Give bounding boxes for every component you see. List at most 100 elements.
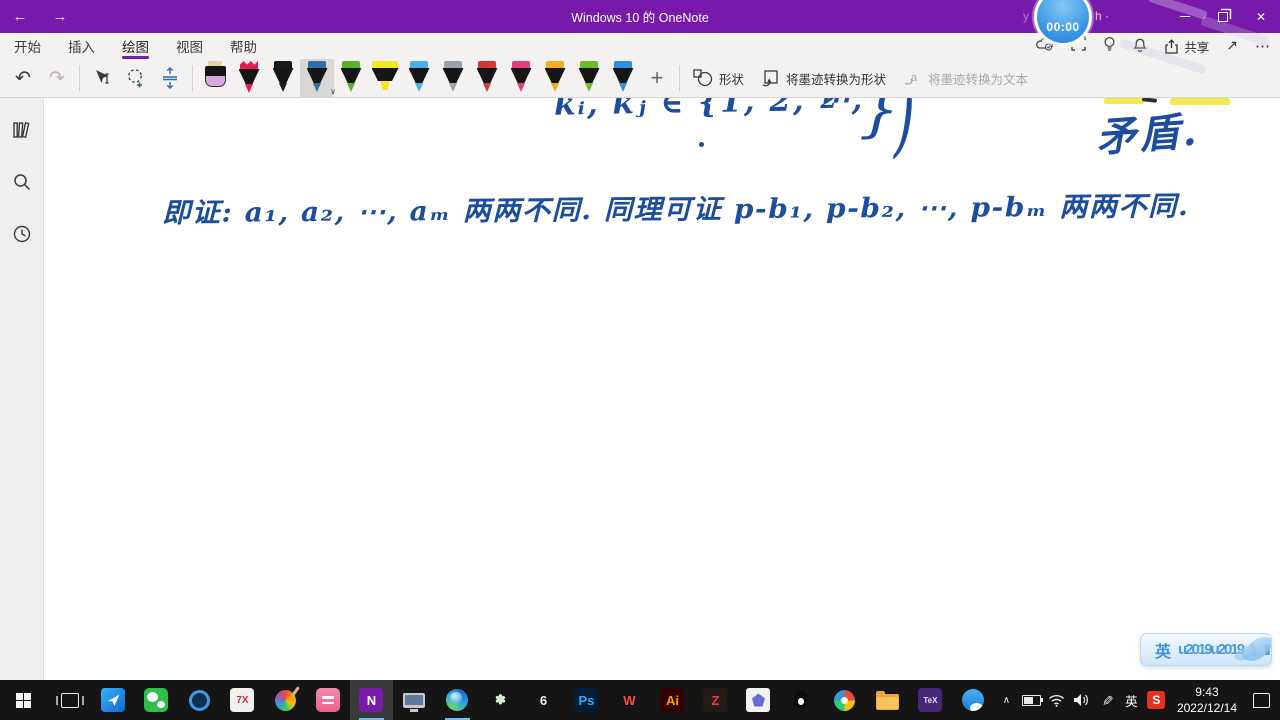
ime-skin-icon[interactable] <box>1263 644 1271 655</box>
timer-value: 00:00 <box>1046 20 1080 34</box>
wechat-icon <box>144 688 169 712</box>
eraser[interactable] <box>198 59 232 97</box>
taskbar-app-app-paint-palette[interactable] <box>264 680 307 720</box>
taskbar-app-photoshop[interactable]: Ps <box>565 680 608 720</box>
forward-arrow-button[interactable] <box>40 0 80 33</box>
app-z-icon: Z <box>703 688 728 712</box>
redo-button[interactable] <box>40 61 74 95</box>
notification-icon <box>1252 692 1270 708</box>
pen-skyblue[interactable] <box>402 59 436 97</box>
pen-amber[interactable] <box>538 59 572 97</box>
taskbar-app-app-z[interactable]: Z <box>694 680 737 720</box>
taskbar-app-app-pink[interactable] <box>307 680 350 720</box>
pen-green[interactable] <box>334 59 368 97</box>
windows-ink-pen-icon[interactable] <box>1095 680 1118 720</box>
taskbar-app-qq[interactable] <box>780 680 823 720</box>
shapes-button[interactable]: 形状 <box>685 69 752 88</box>
watermark-fragment: h · <box>1095 9 1110 23</box>
taskbar-app-app-dart[interactable] <box>92 680 135 720</box>
action-center-button[interactable] <box>1246 692 1276 708</box>
wifi-icon[interactable] <box>1045 680 1068 720</box>
notebooks-icon[interactable] <box>8 116 36 144</box>
taskbar-app-file-explorer[interactable] <box>866 680 909 720</box>
app-dart-icon <box>101 688 126 712</box>
tab-view[interactable]: 视图 <box>176 33 203 59</box>
pen-pink[interactable] <box>504 59 538 97</box>
app-aperture-browser-icon <box>188 689 210 711</box>
task-view-button[interactable] <box>48 680 92 720</box>
taskbar-app-wechat[interactable] <box>135 680 178 720</box>
ink-line2-proof-statement: 即证: a₁, a₂, ⋯, aₘ 两两不同. 同理可证 p-b₁, p-b₂,… <box>162 191 1190 229</box>
pen-lime[interactable] <box>572 59 606 97</box>
windows-logo-icon <box>16 692 32 708</box>
more-options-icon[interactable] <box>1255 37 1270 56</box>
draw-with-mouse-icon[interactable] <box>1226 37 1238 55</box>
taskbar-app-qq-browser[interactable] <box>952 680 995 720</box>
tab-home[interactable]: 开始 <box>14 33 41 59</box>
page-canvas[interactable]: kᵢ, kⱼ ∈ {1, 2, ⋯, 2 } ) 矛盾. 即证: a₁, a₂,… <box>44 98 1280 681</box>
battery-icon[interactable] <box>1020 680 1044 720</box>
hidden-icons-chevron[interactable] <box>995 680 1018 720</box>
minimize-button[interactable] <box>1166 0 1204 33</box>
app-flower-icon: ✽ <box>494 692 506 707</box>
tab-draw[interactable]: 绘图 <box>122 33 149 59</box>
select-tool-button[interactable] <box>85 61 119 95</box>
microsoft-edge-icon <box>446 689 469 711</box>
ime-status-bar[interactable]: 英 <box>1140 633 1272 666</box>
pen-red[interactable] <box>470 59 504 97</box>
convert-ink-to-shape-button[interactable]: 将墨迹转换为形状 <box>752 69 894 88</box>
ime-moon-icon[interactable] <box>1248 643 1258 656</box>
close-button[interactable] <box>1242 0 1280 33</box>
back-arrow-button[interactable] <box>0 0 40 33</box>
volume-icon[interactable] <box>1070 680 1093 720</box>
taskbar-app-app-7x[interactable]: 7X <box>221 680 264 720</box>
ime-mode-label[interactable]: 英 <box>1155 638 1171 662</box>
left-sidebar <box>0 98 44 681</box>
undo-button[interactable] <box>6 61 40 95</box>
add-pen-button[interactable] <box>640 61 674 95</box>
taskbar-app-app-flower[interactable]: ✽ <box>479 680 522 720</box>
language-indicator[interactable]: 英 <box>1120 680 1143 720</box>
recent-notes-icon[interactable] <box>8 220 36 248</box>
share-button[interactable]: 共享 <box>1164 37 1209 56</box>
pen-blue[interactable] <box>300 59 336 97</box>
start-button[interactable] <box>0 680 48 720</box>
pen-azure[interactable] <box>606 59 640 97</box>
maximize-button[interactable] <box>1204 0 1242 33</box>
feedback-bell-icon[interactable] <box>1133 36 1148 57</box>
taskbar-app-wps-office[interactable]: W <box>608 680 651 720</box>
taskbar-app-app-monitor[interactable] <box>393 680 436 720</box>
taskbar-app-app-aperture-browser[interactable] <box>178 680 221 720</box>
illustrator-icon: Ai <box>660 688 685 712</box>
taskbar-app-tex-editor[interactable]: TeX <box>909 680 952 720</box>
lightbulb-icon[interactable] <box>1103 36 1116 57</box>
taskbar-app-microsoft-edge[interactable] <box>436 680 479 720</box>
highlighter-yellow[interactable] <box>368 59 402 97</box>
shapes-label: 形状 <box>719 72 745 87</box>
taskbar-app-onenote[interactable]: N <box>349 680 393 720</box>
pencil-crimson[interactable] <box>232 59 266 97</box>
taskbar-app-app-pinwheel[interactable] <box>823 680 866 720</box>
tab-help[interactable]: 帮助 <box>230 33 257 59</box>
divider <box>79 65 80 91</box>
taskbar: 7X N ✽ 6 Ps W Ai Z TeX 英 S 9:43 2022/12/14 <box>0 680 1280 720</box>
search-icon[interactable] <box>8 168 36 196</box>
pen-black[interactable] <box>266 59 300 97</box>
sogou-ime-icon[interactable]: S <box>1145 680 1168 720</box>
tab-insert[interactable]: 插入 <box>68 33 95 59</box>
taskbar-app-geogebra[interactable] <box>737 680 780 720</box>
taskbar-clock[interactable]: 9:43 2022/12/14 <box>1170 684 1244 716</box>
onenote-icon: N <box>359 688 384 712</box>
taskbar-app-illustrator[interactable]: Ai <box>651 680 694 720</box>
ribbon: 开始 插入 绘图 视图 帮助 共享 ↗ ⋯ ↶ ↷ ∨ + 形状 将墨迹转换为形… <box>0 33 1280 98</box>
app-pink-icon <box>316 688 341 712</box>
convert-ink-to-shape-label: 将墨迹转换为形状 <box>786 72 887 87</box>
ime-punctuation-icon[interactable] <box>1178 641 1243 659</box>
insert-space-button[interactable] <box>153 61 187 95</box>
share-label: 共享 <box>1184 40 1210 55</box>
pen-silver[interactable] <box>436 59 470 97</box>
divider <box>679 65 680 91</box>
lasso-select-button[interactable] <box>119 61 153 95</box>
taskbar-app-sketchpad-6[interactable]: 6 <box>522 680 565 720</box>
sogou-logo: S <box>1147 691 1166 709</box>
